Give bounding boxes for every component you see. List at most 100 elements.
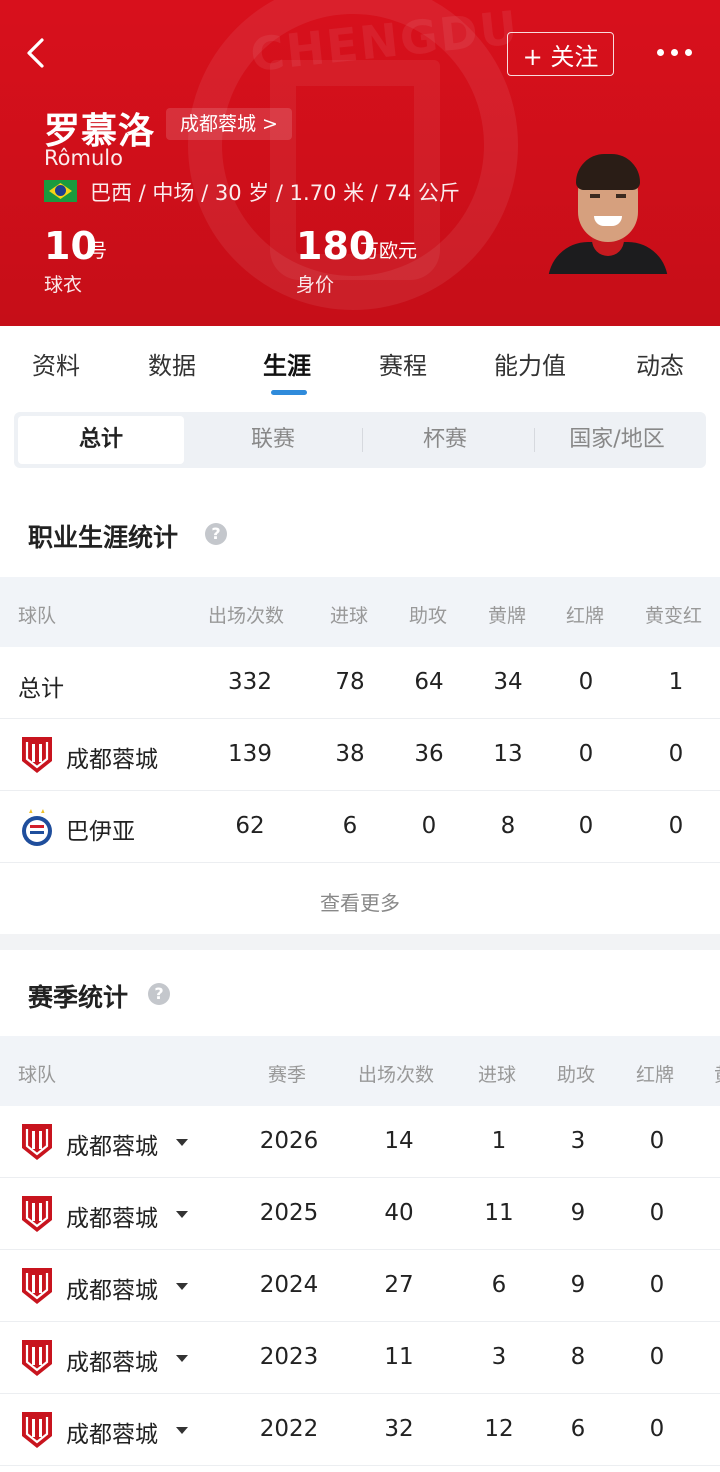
market-value-unit: 万欧元 [360,240,418,262]
brazil-flag-icon [44,180,77,202]
assists-value: 3 [570,1128,586,1154]
chengdu-rongcheng-logo-icon [22,1268,52,1304]
assists-value: 9 [570,1272,586,1298]
team-dropdown-caret-icon[interactable] [176,1427,188,1434]
red-value: 0 [649,1272,665,1298]
season-value: 2022 [259,1416,319,1442]
follow-button[interactable]: + 关注 [507,32,614,76]
goals-value: 6 [342,813,358,839]
competition-filter: 总计 联赛 杯赛 国家/地区 [14,412,706,468]
player-avatar [548,150,668,274]
table-row[interactable]: 巴伊亚 62 6 0 8 0 0 [0,791,720,863]
col-team: 球队 [18,605,57,627]
red-value: 0 [578,741,594,767]
filter-total[interactable]: 总计 [18,416,184,464]
apps-value: 11 [384,1344,414,1370]
team-name: 成都蓉城 [66,747,158,773]
team-name: 成都蓉城 [66,1278,158,1304]
shirt-number-label: 球衣 [44,274,83,296]
assists-value: 64 [414,669,444,695]
team-dropdown-caret-icon[interactable] [176,1283,188,1290]
market-value-label: 身价 [296,274,335,296]
table-row[interactable]: 成都蓉城 2025 40 11 9 0 [0,1178,720,1250]
apps-value: 14 [384,1128,414,1154]
goals-value: 12 [484,1416,514,1442]
tab-ability[interactable]: 能力值 [494,346,566,381]
goals-value: 38 [335,741,365,767]
table-row[interactable]: 成都蓉城 2022 32 12 6 0 [0,1394,720,1466]
season-panel: 赛季统计 ? 球队 赛季 出场次数 进球 助攻 红牌 黄 成都蓉城 2026 14 1… [0,950,720,1472]
filter-cup[interactable]: 杯赛 [362,416,528,464]
table-row[interactable]: 成都蓉城 2023 11 3 8 0 [0,1322,720,1394]
apps-value: 32 [384,1416,414,1442]
filter-league[interactable]: 联赛 [190,416,356,464]
assists-value: 0 [421,813,437,839]
col-red: 红牌 [566,605,605,627]
view-more-link[interactable]: 查看更多 [0,887,720,916]
team-dropdown-caret-icon[interactable] [176,1211,188,1218]
help-icon[interactable]: ? [205,523,227,545]
tab-stats[interactable]: 数据 [148,346,196,381]
second-yellow-value: 0 [668,741,684,767]
col-yellow: 黄牌 [488,605,527,627]
season-value: 2026 [259,1128,319,1154]
club-link[interactable]: 成都蓉城 > [166,108,292,140]
table-row[interactable]: 成都蓉城 2024 27 6 9 0 [0,1250,720,1322]
col-assists: 助攻 [557,1064,596,1086]
col-team: 球队 [18,1064,57,1086]
goals-value: 1 [491,1128,507,1154]
table-row[interactable]: 成都蓉城 2026 14 1 3 0 [0,1106,720,1178]
back-arrow-icon[interactable] [20,36,54,70]
tab-career[interactable]: 生涯 [263,346,311,381]
col-yellow-partial: 黄 [714,1060,720,1087]
col-goals: 进球 [478,1064,517,1086]
goals-value: 11 [484,1200,514,1226]
assists-value: 8 [570,1344,586,1370]
second-yellow-value: 1 [668,669,684,695]
player-latin-name: Rômulo [44,146,123,170]
help-icon[interactable]: ? [148,983,170,1005]
col-red: 红牌 [636,1064,675,1086]
apps-value: 27 [384,1272,414,1298]
assists-value: 9 [570,1200,586,1226]
tab-profile[interactable]: 资料 [32,346,80,381]
apps-value: 139 [228,741,272,767]
season-value: 2025 [259,1200,319,1226]
team-dropdown-caret-icon[interactable] [176,1355,188,1362]
more-options-icon[interactable] [650,34,698,70]
red-value: 0 [649,1344,665,1370]
assists-value: 6 [570,1416,586,1442]
chengdu-rongcheng-logo-icon [22,1124,52,1160]
team-name: 成都蓉城 [66,1206,158,1232]
team-name: 总计 [18,676,64,702]
goals-value: 78 [335,669,365,695]
player-header: CHENGDU + 关注 罗慕洛 成都蓉城 > Rômulo 巴西 / 中场 /… [0,0,720,326]
chengdu-rongcheng-logo-icon [22,1196,52,1232]
team-dropdown-caret-icon[interactable] [176,1139,188,1146]
table-row: 总计 332 78 64 34 0 1 [0,647,720,719]
filter-national[interactable]: 国家/地区 [534,416,700,464]
career-stats-title: 职业生涯统计 [28,523,179,552]
yellow-value: 13 [493,741,523,767]
col-apps: 出场次数 [358,1064,435,1086]
col-assists: 助攻 [409,605,448,627]
goals-value: 3 [491,1344,507,1370]
chengdu-rongcheng-logo-icon [22,1412,52,1448]
table-row[interactable]: 成都蓉城 139 38 36 13 0 0 [0,719,720,791]
season-value: 2024 [259,1272,319,1298]
apps-value: 332 [228,669,272,695]
follow-label: + 关注 [522,42,599,71]
col-goals: 进球 [330,605,369,627]
team-name: 巴伊亚 [66,819,135,845]
shirt-number-unit: 号 [88,240,108,262]
season-stats-title: 赛季统计 [28,983,129,1012]
tab-news[interactable]: 动态 [636,346,684,381]
col-apps: 出场次数 [208,605,285,627]
chengdu-rongcheng-logo-icon [22,737,52,773]
yellow-value: 8 [500,813,516,839]
red-value: 0 [578,669,594,695]
chengdu-rongcheng-logo-icon [22,1340,52,1376]
second-yellow-value: 0 [668,813,684,839]
team-name: 成都蓉城 [66,1350,158,1376]
tab-schedule[interactable]: 赛程 [379,346,427,381]
